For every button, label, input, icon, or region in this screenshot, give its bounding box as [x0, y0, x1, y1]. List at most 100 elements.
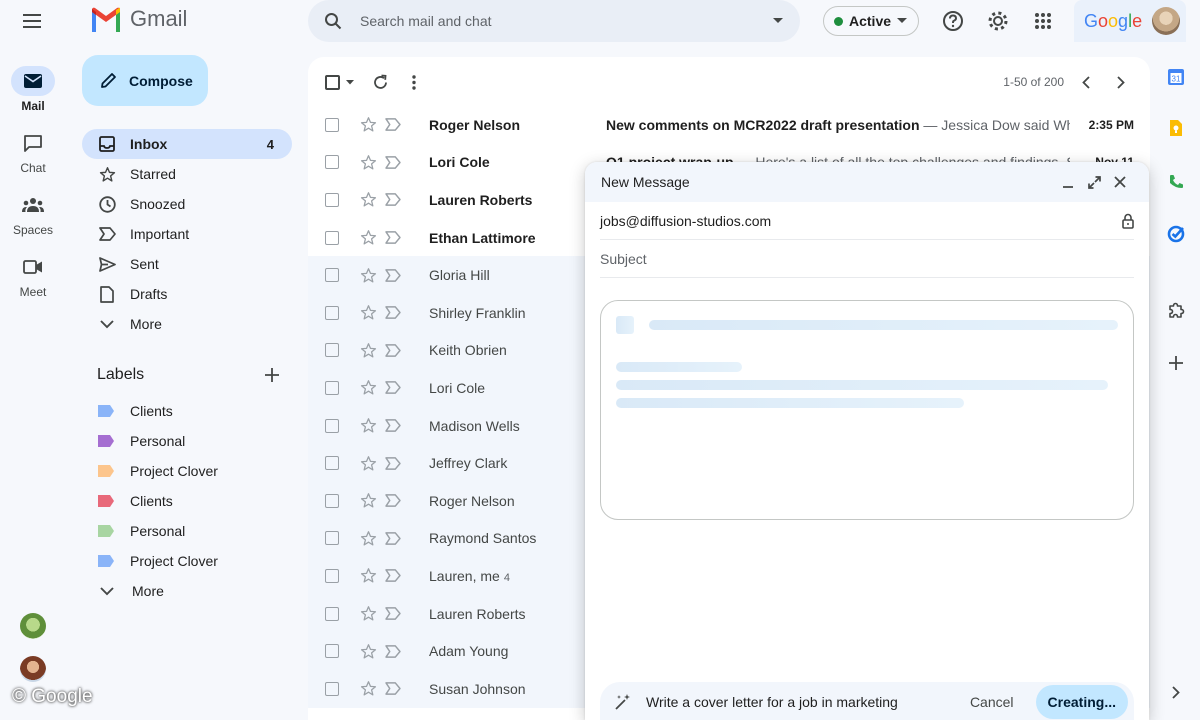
close-icon[interactable] — [1107, 170, 1133, 194]
subject-field[interactable]: Subject — [600, 240, 1134, 278]
star-icon[interactable] — [355, 229, 381, 246]
row-checkbox[interactable] — [324, 531, 339, 546]
contact-avatar[interactable] — [20, 613, 46, 639]
important-marker-icon[interactable] — [381, 532, 405, 545]
search-bar[interactable]: Search mail and chat — [308, 0, 800, 42]
important-marker-icon[interactable] — [381, 381, 405, 395]
add-label-icon[interactable] — [265, 368, 279, 382]
important-marker-icon[interactable] — [381, 268, 405, 282]
search-options-icon[interactable] — [772, 17, 784, 25]
nav-inbox[interactable]: Inbox 4 — [82, 129, 292, 159]
star-icon[interactable] — [355, 492, 381, 509]
email-row[interactable]: Roger Nelson New comments on MCR2022 draf… — [308, 106, 1150, 144]
chevron-left-icon[interactable] — [1082, 76, 1090, 89]
row-checkbox[interactable] — [324, 268, 339, 283]
important-marker-icon[interactable] — [381, 682, 405, 696]
rail-meet[interactable]: Meet — [0, 252, 66, 299]
expand-icon[interactable] — [1081, 170, 1107, 194]
rail-mail[interactable]: Mail — [0, 66, 66, 113]
important-marker-icon[interactable] — [381, 344, 405, 357]
star-icon[interactable] — [355, 455, 381, 472]
label-item[interactable]: Personal — [82, 516, 292, 546]
select-all-checkbox[interactable] — [325, 75, 340, 90]
important-marker-icon[interactable] — [381, 118, 405, 132]
row-checkbox[interactable] — [324, 343, 339, 358]
star-icon[interactable] — [355, 304, 381, 321]
select-dropdown-icon[interactable] — [346, 80, 354, 85]
star-icon[interactable] — [355, 680, 381, 697]
calendar-icon[interactable]: 31 — [1160, 61, 1192, 93]
recipient-value[interactable]: jobs@diffusion-studios.com — [600, 213, 1122, 229]
star-icon[interactable] — [355, 267, 381, 284]
gmail-logo[interactable]: Gmail — [90, 6, 187, 32]
refresh-icon[interactable] — [372, 74, 389, 91]
status-dropdown[interactable]: Active — [823, 6, 919, 36]
addons-puzzle-icon[interactable] — [1160, 295, 1192, 327]
important-marker-icon[interactable] — [381, 607, 405, 620]
label-item[interactable]: Clients — [82, 486, 292, 516]
minimize-icon[interactable] — [1055, 170, 1081, 194]
row-checkbox[interactable] — [324, 418, 339, 433]
compose-header[interactable]: New Message — [585, 162, 1149, 202]
star-icon[interactable] — [355, 530, 381, 547]
cancel-button[interactable]: Cancel — [970, 694, 1014, 710]
nav-important[interactable]: Important — [82, 219, 292, 249]
contact-avatar[interactable] — [20, 656, 46, 682]
labels-more[interactable]: More — [82, 576, 292, 606]
nav-sent[interactable]: Sent — [82, 249, 292, 279]
rail-spaces[interactable]: Spaces — [0, 190, 66, 237]
important-marker-icon[interactable] — [381, 456, 405, 470]
label-item[interactable]: Project Clover — [82, 546, 292, 576]
settings-gear-icon[interactable] — [986, 9, 1010, 33]
star-icon[interactable] — [355, 342, 381, 359]
row-checkbox[interactable] — [324, 568, 339, 583]
label-item[interactable]: Project Clover — [82, 456, 292, 486]
important-marker-icon[interactable] — [381, 193, 405, 207]
star-icon[interactable] — [355, 191, 381, 208]
label-item[interactable]: Clients — [82, 396, 292, 426]
phone-icon[interactable] — [1160, 166, 1192, 198]
star-icon[interactable] — [355, 417, 381, 434]
apps-grid-icon[interactable] — [1031, 9, 1055, 33]
row-checkbox[interactable] — [324, 644, 339, 659]
row-checkbox[interactable] — [324, 493, 339, 508]
tasks-icon[interactable] — [1160, 218, 1192, 250]
row-checkbox[interactable] — [324, 230, 339, 245]
nav-drafts[interactable]: Drafts — [82, 279, 292, 309]
important-marker-icon[interactable] — [381, 231, 405, 244]
account-area[interactable]: Google — [1074, 0, 1186, 42]
prompt-text[interactable]: Write a cover letter for a job in market… — [646, 694, 970, 710]
creating-button[interactable]: Creating... — [1035, 685, 1128, 719]
important-marker-icon[interactable] — [381, 306, 405, 320]
important-marker-icon[interactable] — [381, 419, 405, 432]
row-checkbox[interactable] — [324, 117, 339, 132]
row-checkbox[interactable] — [324, 192, 339, 207]
important-marker-icon[interactable] — [381, 494, 405, 508]
compose-button[interactable]: Compose — [82, 55, 208, 106]
star-icon[interactable] — [355, 116, 381, 133]
subject-input[interactable]: Subject — [600, 251, 647, 267]
search-input[interactable]: Search mail and chat — [360, 13, 772, 29]
row-checkbox[interactable] — [324, 681, 339, 696]
row-checkbox[interactable] — [324, 305, 339, 320]
chevron-right-icon[interactable] — [1117, 76, 1125, 89]
main-menu-icon[interactable] — [20, 9, 44, 33]
star-icon[interactable] — [355, 379, 381, 396]
important-marker-icon[interactable] — [381, 569, 405, 583]
star-icon[interactable] — [355, 643, 381, 660]
star-icon[interactable] — [355, 567, 381, 584]
help-icon[interactable] — [941, 9, 965, 33]
nav-more[interactable]: More — [82, 309, 292, 339]
show-side-panel-icon[interactable] — [1160, 676, 1192, 708]
star-icon[interactable] — [355, 154, 381, 171]
nav-snoozed[interactable]: Snoozed — [82, 189, 292, 219]
get-addons-plus-icon[interactable] — [1160, 347, 1192, 379]
row-checkbox[interactable] — [324, 606, 339, 621]
important-marker-icon[interactable] — [381, 644, 405, 658]
rail-chat[interactable]: Chat — [0, 128, 66, 175]
account-avatar[interactable] — [1152, 7, 1181, 35]
label-item[interactable]: Personal — [82, 426, 292, 456]
star-icon[interactable] — [355, 605, 381, 622]
more-vertical-icon[interactable] — [412, 75, 416, 90]
to-field[interactable]: jobs@diffusion-studios.com — [600, 202, 1134, 240]
